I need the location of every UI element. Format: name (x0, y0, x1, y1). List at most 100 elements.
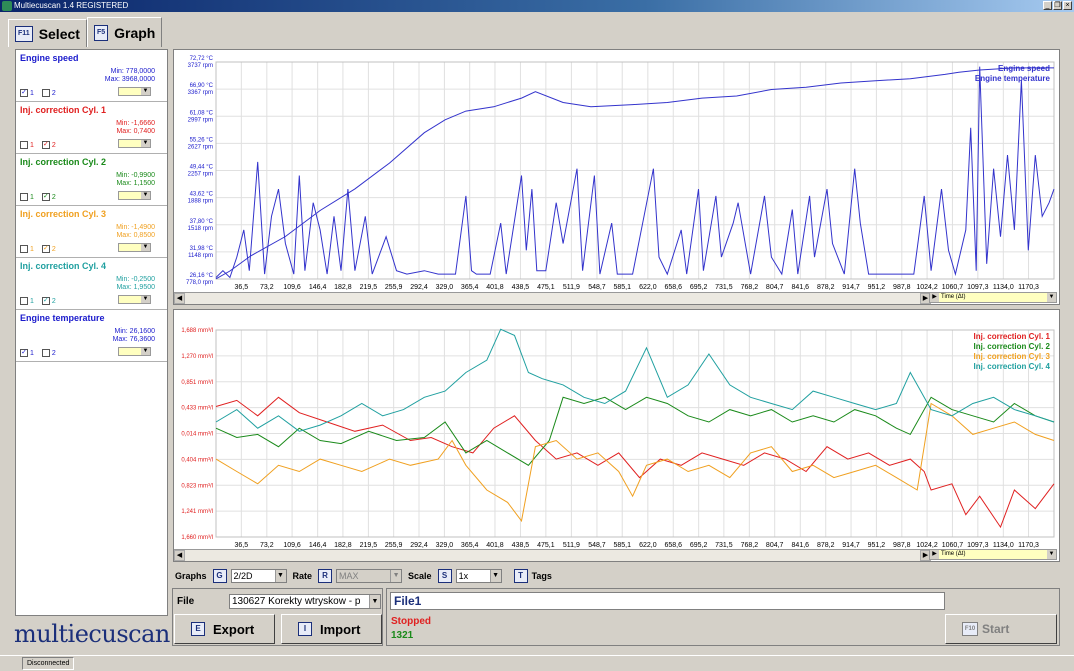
graph2-checkbox[interactable]: ✓ (41, 245, 50, 253)
line-style-select[interactable]: ▼ (118, 139, 151, 148)
x-tick-label: 548,7 (588, 542, 606, 549)
rate-select: MAX ▼ (336, 569, 403, 583)
x-tick-label: 109,6 (283, 542, 301, 549)
line-style-select[interactable]: ▼ (118, 87, 151, 96)
signal-item[interactable]: Engine speed Min: 778,0000 Max: 3968,0000 ✓… (16, 50, 167, 102)
x-tick-label: 292,4 (410, 542, 428, 549)
chevron-down-icon[interactable]: ▼ (1047, 293, 1056, 302)
minimize-icon[interactable]: _ (1043, 1, 1052, 10)
export-label: Export (213, 621, 255, 637)
file-label: File (177, 596, 195, 607)
graph2-time-combo[interactable]: ▶ Time (Δt) ▼ (929, 549, 1057, 560)
x-tick-label: 182,8 (334, 542, 352, 549)
graph2-checkbox[interactable]: ✓ (41, 297, 50, 305)
chevron-down-icon[interactable]: ▼ (274, 570, 286, 582)
signal-item[interactable]: Inj. correction Cyl. 4 Min: -0,2500 Max: 1… (16, 258, 167, 310)
restore-icon[interactable]: ❐ (1053, 1, 1062, 10)
signal-item[interactable]: Inj. correction Cyl. 2 Min: -0,9900 Max: 1… (16, 154, 167, 206)
rate-key-button[interactable]: R (318, 569, 333, 583)
y-tick-label: 3367 rpm (188, 90, 213, 96)
line-style-select[interactable]: ▼ (118, 191, 151, 200)
x-tick-label: 804,7 (766, 542, 784, 549)
signal-item[interactable]: Inj. correction Cyl. 1 Min: -1,6660 Max: 0… (16, 102, 167, 154)
x-tick-label: 878,2 (817, 542, 835, 549)
graph1-time-combo[interactable]: ▶ Time (Δt) ▼ (929, 292, 1057, 303)
tags-label: Tags (531, 571, 552, 581)
graph1-time-label: Time (Δt) (941, 294, 966, 300)
x-tick-label: 1097,3 (967, 284, 989, 291)
graph2-checkbox[interactable]: ✓ (41, 193, 50, 201)
x-tick-label: 1060,7 (942, 542, 964, 549)
chevron-down-icon[interactable]: ▼ (141, 244, 150, 251)
line-style-select[interactable]: ▼ (118, 347, 151, 356)
x-tick-label: 1024,2 (916, 542, 938, 549)
chevron-down-icon[interactable]: ▼ (141, 88, 150, 95)
chevron-down-icon[interactable]: ▼ (141, 348, 150, 355)
x-tick-label: 73,2 (260, 284, 274, 291)
signal-item[interactable]: Engine temperature Min: 26,1600 Max: 76,36… (16, 310, 167, 362)
tab-graph[interactable]: F5 Graph (86, 17, 163, 47)
graph1-checkbox[interactable] (20, 141, 28, 149)
signal-item[interactable]: Inj. correction Cyl. 3 Min: -1,4900 Max: 0… (16, 206, 167, 258)
x-tick-label: 292,4 (410, 284, 428, 291)
import-key: I (298, 622, 312, 636)
graph1-checkbox[interactable]: ✓ (20, 349, 28, 357)
signal-min: Min: -0,9900 (116, 172, 155, 179)
scroll-left-icon[interactable]: ◀ (174, 550, 185, 561)
chevron-down-icon[interactable]: ▼ (141, 192, 150, 199)
graph2-time-label: Time (Δt) (941, 551, 966, 557)
graph1-checkbox[interactable] (20, 193, 28, 201)
tags-key-button[interactable]: T (513, 569, 528, 583)
chevron-down-icon: ▼ (390, 570, 402, 582)
graph2-scrollbar[interactable]: ◀ ▶ (174, 549, 931, 561)
x-tick-label: 365,4 (461, 284, 479, 291)
scroll-left-icon[interactable]: ◀ (174, 293, 185, 304)
graph2-checkbox[interactable] (41, 89, 50, 97)
series-line (215, 402, 1055, 523)
graph2-checkbox[interactable] (41, 349, 50, 357)
signal-name: Inj. correction Cyl. 2 (20, 157, 107, 167)
file-select[interactable]: 130627 Korekty wtryskow - p ▼ (229, 594, 381, 609)
x-tick-label: 511,9 (563, 284, 580, 291)
graph2-checkbox-label: 2 (51, 349, 56, 357)
line-style-select[interactable]: ▼ (118, 295, 151, 304)
chevron-down-icon[interactable]: ▼ (141, 296, 150, 303)
chevron-down-icon[interactable]: ▼ (489, 570, 501, 582)
status-text: Stopped (391, 616, 431, 627)
tab-graph-label: Graph (114, 24, 156, 41)
x-tick-label: 401,8 (486, 284, 504, 291)
x-tick-label: 475,1 (537, 542, 555, 549)
y-tick-label: 61,08 °C (190, 110, 214, 116)
export-button[interactable]: E Export (174, 614, 275, 644)
chevron-down-icon[interactable]: ▼ (1047, 550, 1056, 559)
chevron-down-icon[interactable]: ▼ (369, 595, 380, 608)
graph1-checkbox[interactable] (20, 245, 28, 253)
chevron-down-icon[interactable]: ▼ (141, 140, 150, 147)
signal-max: Max: 76,3600 (112, 336, 155, 343)
graph1-scrollbar[interactable]: ◀ ▶ (174, 292, 931, 304)
legend-entry: Inj. correction Cyl. 3 (974, 352, 1051, 361)
import-button[interactable]: I Import (281, 614, 382, 644)
legend-entry: Engine temperature (975, 74, 1051, 83)
x-tick-label: 951,2 (868, 284, 886, 291)
import-label: Import (320, 621, 361, 637)
line-style-select[interactable]: ▼ (118, 243, 151, 252)
graph1-checkbox-label: 1 (30, 193, 34, 201)
series-line (215, 67, 1054, 280)
x-tick-label: 329,0 (436, 542, 454, 549)
graphs-key-button[interactable]: G (212, 569, 227, 583)
graph1-checkbox[interactable] (20, 297, 28, 305)
tab-select[interactable]: F11 Select (8, 19, 87, 47)
scale-key-button[interactable]: S (437, 569, 452, 583)
combo-left-icon[interactable]: ▶ (930, 293, 939, 302)
file-name-field[interactable]: File1 (390, 592, 945, 610)
series-line (215, 328, 1055, 432)
graph1-checkbox[interactable]: ✓ (20, 89, 28, 97)
signals-panel: Engine speed Min: 778,0000 Max: 3968,0000 ✓… (15, 49, 168, 616)
close-icon[interactable]: × (1063, 1, 1072, 10)
graph2-checkbox[interactable]: ✓ (41, 141, 50, 149)
graphs-select[interactable]: 2/2D ▼ (230, 569, 287, 583)
scale-select[interactable]: 1x ▼ (455, 569, 502, 583)
signal-name: Inj. correction Cyl. 4 (20, 261, 107, 271)
combo-left-icon[interactable]: ▶ (930, 550, 939, 559)
